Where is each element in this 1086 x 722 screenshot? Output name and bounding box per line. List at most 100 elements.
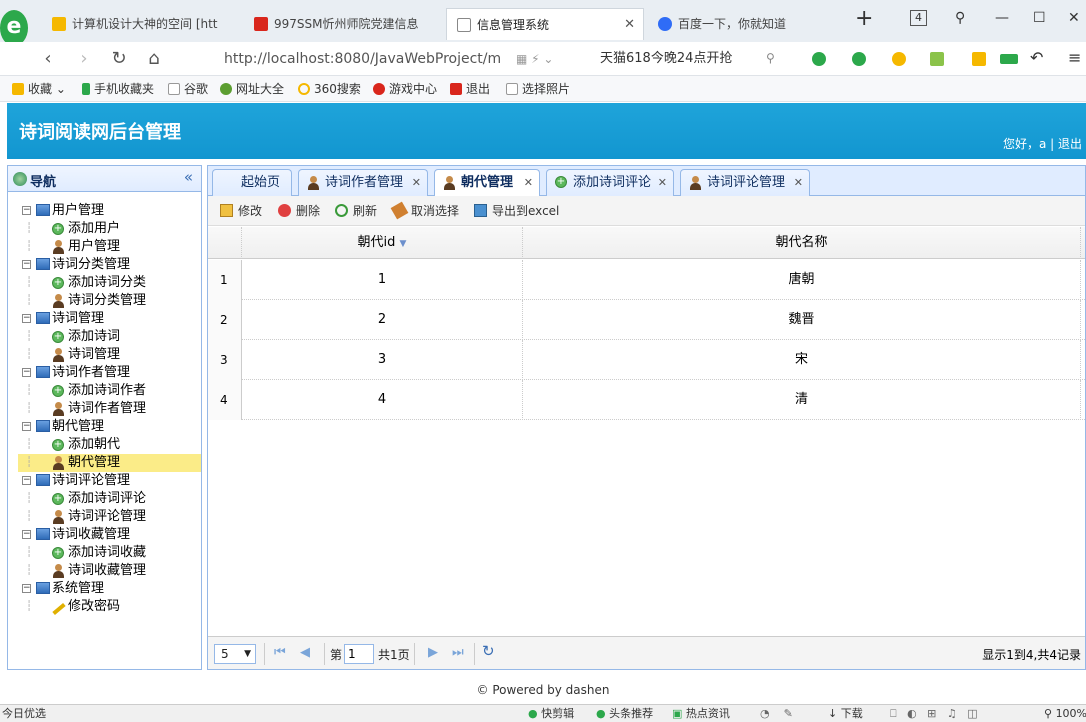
coupon-icon[interactable] [892,52,906,66]
tree-item[interactable]: ┆ + 添加朝代 [18,436,201,454]
tab-close-icon[interactable]: ✕ [794,170,803,195]
shirt-icon[interactable]: ⚲ [955,10,965,26]
tree-item[interactable]: ┆ 诗词评论管理 [18,508,201,526]
edit-button[interactable]: 修改 [220,203,262,219]
cell-name[interactable]: 清 [523,380,1081,420]
collapse-toggle-icon[interactable]: − [22,476,31,485]
cell-id[interactable]: 1 [242,260,523,300]
cell-id[interactable]: 2 [242,300,523,340]
tree-item[interactable]: ┆ 朝代管理 [18,454,201,472]
scissors-icon[interactable] [812,52,826,66]
status-item[interactable]: ↓ 下载 [828,707,863,721]
cell-id[interactable]: 3 [242,340,523,380]
last-page-icon[interactable]: ⏭ [452,645,464,661]
collapse-toggle-icon[interactable]: − [22,206,31,215]
menu-icon[interactable]: ≡ [1068,48,1081,67]
column-header-name[interactable]: 朝代名称 [523,227,1081,259]
browser-tab[interactable]: 百度一下，你就知道 [648,8,844,40]
cancel-selection-button[interactable]: 取消选择 [390,201,459,220]
next-page-icon[interactable]: ▶ [428,645,438,661]
collapse-icon[interactable]: « [184,168,193,186]
browser-logo-icon[interactable]: e [0,10,28,46]
table-row[interactable]: 2 2 魏晋 [208,300,1085,340]
tree-item[interactable]: ┆ + 添加诗词评论 [18,490,201,508]
collapse-toggle-icon[interactable]: − [22,260,31,269]
reload-icon[interactable]: ↻ [107,48,131,70]
column-header-id[interactable]: 朝代id ▼ [242,227,523,259]
tab-home[interactable]: 起始页 [212,169,292,196]
tab-author-management[interactable]: 诗词作者管理 ✕ [298,169,428,196]
bookmark-item[interactable]: 选择照片 [506,81,570,97]
tree-item[interactable]: ┆ + 添加用户 [18,220,201,238]
cell-id[interactable]: 4 [242,380,523,420]
status-item[interactable]: ⚲ 100% [1044,707,1086,721]
tab-dynasty-management[interactable]: 朝代管理 ✕ [434,169,540,197]
page-size-select[interactable]: 5 ▼ [214,644,256,664]
tree-group[interactable]: − 诗词作者管理 [18,364,201,382]
reload-icon[interactable]: ↻ [482,643,495,659]
tree-item[interactable]: ┆ + 添加诗词收藏 [18,544,201,562]
collapse-toggle-icon[interactable]: − [22,530,31,539]
tab-add-comment[interactable]: + 添加诗词评论 ✕ [546,169,674,196]
screenshot-icon[interactable] [930,52,944,66]
tree-group[interactable]: − 用户管理 [18,202,201,220]
new-tab-icon[interactable]: + [855,6,873,31]
browser-tab-active[interactable]: 信息管理系统 ✕ [446,8,644,40]
tree-group[interactable]: − 诗词分类管理 [18,256,201,274]
home-icon[interactable]: ⌂ [142,48,166,70]
first-page-icon[interactable]: ⏮ [274,645,286,661]
tree-group[interactable]: − 朝代管理 [18,418,201,436]
tree-group[interactable]: − 系统管理 [18,580,201,598]
collapse-toggle-icon[interactable]: − [22,584,31,593]
delete-button[interactable]: 删除 [278,203,320,219]
forward-icon[interactable]: › [72,48,96,70]
search-icon[interactable]: ⚲ [766,51,775,65]
refresh-button[interactable]: 刷新 [335,203,377,219]
user-greeting[interactable]: 您好，a | 退出 [1003,135,1082,152]
tree-item[interactable]: ┆ 用户管理 [18,238,201,256]
tree-item[interactable]: ┆ 修改密码 [18,598,201,616]
page-number-input[interactable] [344,644,374,664]
tree-group[interactable]: − 诗词管理 [18,310,201,328]
cell-name[interactable]: 唐朝 [523,260,1081,300]
tree-item[interactable]: ┆ 诗词管理 [18,346,201,364]
browser-tab[interactable]: 计算机设计大神的空间 [htt [42,8,240,40]
undo-icon[interactable]: ↶ [1030,48,1043,67]
prev-page-icon[interactable]: ◀ [300,645,310,661]
status-icons[interactable]: ⎕ ◐ ⊞ ♫ ◫ [890,707,978,721]
promo-text[interactable]: 天猫618今晚24点开抢 [600,48,732,70]
tree-item[interactable]: ┆ 诗词分类管理 [18,292,201,310]
maximize-icon[interactable]: ☐ [1033,10,1046,26]
collapse-toggle-icon[interactable]: − [22,422,31,431]
tab-close-icon[interactable]: ✕ [412,170,421,195]
tab-count-badge[interactable]: 4 [910,10,927,26]
status-item[interactable]: ● 头条推荐 [596,707,653,721]
collapse-toggle-icon[interactable]: − [22,314,31,323]
cell-name[interactable]: 魏晋 [523,300,1081,340]
tab-close-icon[interactable]: ✕ [658,170,667,195]
tree-item[interactable]: ┆ 诗词收藏管理 [18,562,201,580]
tree-item[interactable]: ┆ + 添加诗词作者 [18,382,201,400]
tab-comment-management[interactable]: 诗词评论管理 ✕ [680,169,810,196]
tree-item[interactable]: ┆ + 添加诗词分类 [18,274,201,292]
status-item[interactable]: ▣ 热点资讯 [672,707,730,721]
tree-item[interactable]: ┆ + 添加诗词 [18,328,201,346]
export-excel-button[interactable]: 导出到excel [474,203,559,219]
back-icon[interactable]: ‹ [36,48,60,70]
bookmark-item[interactable]: 手机收藏夹 [82,81,154,97]
tab-close-icon[interactable]: ✕ [624,9,635,40]
browser-tab[interactable]: 997SSM忻州师院党建信息 [244,8,440,40]
bookmark-item[interactable]: 退出 [450,81,490,97]
tree-item[interactable]: ┆ 诗词作者管理 [18,400,201,418]
bookmark-item[interactable]: 谷歌 [168,81,208,97]
bookmark-item[interactable]: 游戏中心 [373,81,437,97]
minimize-icon[interactable]: — [995,10,1009,26]
bookmark-item[interactable]: 网址大全 [220,81,284,97]
status-item[interactable]: ● 快剪辑 [528,707,574,721]
tab-close-icon[interactable]: ✕ [524,170,533,195]
qr-icon[interactable]: ▦ ⚡ ⌄ [516,52,553,66]
table-row[interactable]: 44清 [208,380,1085,420]
bookmark-item[interactable]: 360搜索 [298,81,361,97]
cell-name[interactable]: 宋 [523,340,1081,380]
collapse-toggle-icon[interactable]: − [22,368,31,377]
